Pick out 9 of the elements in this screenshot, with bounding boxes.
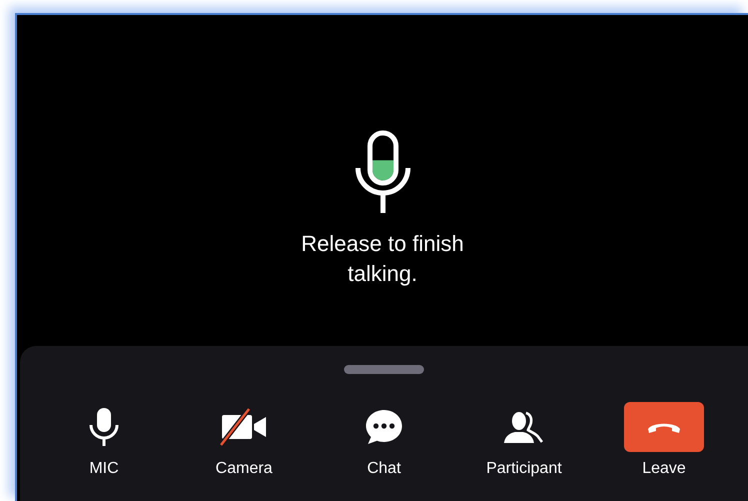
mic-level-icon	[352, 130, 412, 215]
chat-icon	[364, 407, 404, 447]
talk-hint: Release to finish talking.	[300, 230, 465, 288]
camera-button[interactable]: Camera	[216, 402, 272, 478]
participants-button[interactable]: Participant	[486, 402, 562, 478]
mic-button[interactable]: MIC	[82, 402, 126, 478]
leave-button[interactable]: Leave	[624, 402, 704, 478]
drag-handle[interactable]	[344, 365, 424, 374]
chat-button[interactable]: Chat	[364, 402, 404, 478]
